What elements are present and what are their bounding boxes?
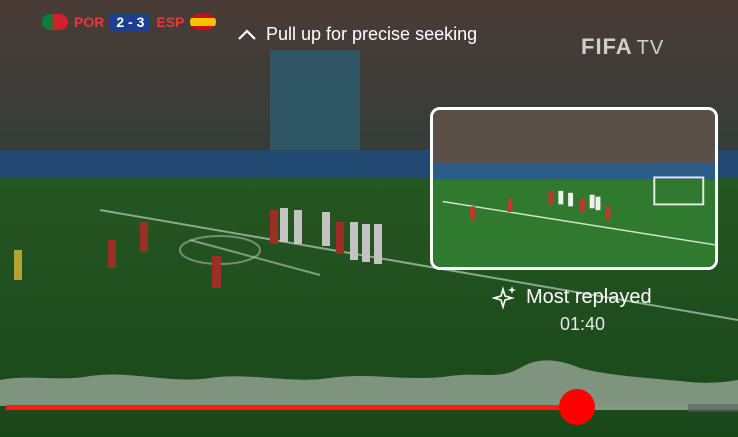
seek-hint-label: Pull up for precise seeking bbox=[266, 24, 478, 44]
watermark-suffix: TV bbox=[636, 37, 665, 59]
away-team: ESP bbox=[156, 14, 185, 30]
buffer-end bbox=[688, 404, 738, 412]
watermark-brand: FIFA bbox=[581, 34, 633, 59]
chevron-up-icon bbox=[238, 28, 256, 40]
sparkle-icon bbox=[492, 286, 516, 310]
most-replayed-text: Most replayed bbox=[526, 285, 652, 308]
video-player[interactable]: POR 2 - 3 ESP Pull up for precise seekin… bbox=[0, 0, 738, 437]
scrubber-thumb[interactable] bbox=[559, 389, 595, 425]
progress-played bbox=[6, 405, 577, 410]
spain-flag-icon bbox=[190, 14, 217, 30]
fifa-tv-watermark: FIFA TV bbox=[581, 34, 664, 60]
precise-seek-hint[interactable]: Pull up for precise seeking bbox=[236, 24, 477, 45]
home-team: POR bbox=[74, 14, 105, 30]
preview-timecode: 01:40 bbox=[560, 314, 606, 334]
most-replayed-label: Most replayed bbox=[492, 284, 652, 310]
portugal-flag-icon bbox=[42, 14, 68, 30]
scoreboard: POR 2 - 3 ESP bbox=[42, 12, 217, 32]
preview-frame bbox=[433, 110, 715, 267]
most-replayed-graph bbox=[0, 360, 738, 406]
seek-preview-thumbnail bbox=[430, 107, 718, 270]
match-score: 2 - 3 bbox=[110, 13, 151, 31]
